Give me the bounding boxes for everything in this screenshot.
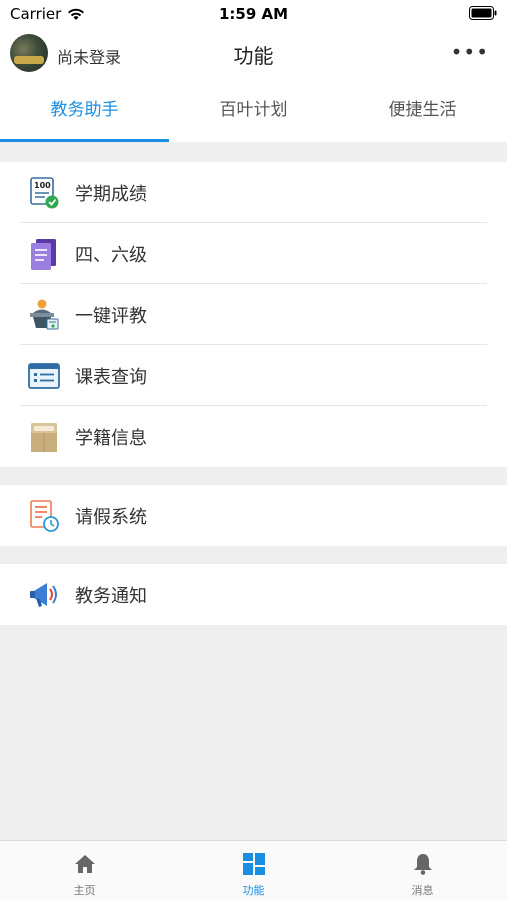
notice-group: 教务通知	[0, 564, 507, 625]
score-100-icon: 100	[30, 177, 59, 209]
document-purple-icon	[31, 239, 56, 270]
leave-group: 请假系统	[0, 485, 507, 546]
item-label: 请假系统	[75, 507, 147, 528]
top-tabs: 教务助手 百叶计划 便捷生活	[0, 80, 507, 142]
home-icon	[74, 855, 95, 873]
tab-functions-label: 功能	[242, 884, 265, 897]
more-icon[interactable]: •••	[451, 40, 489, 64]
bottom-tab-bar: 主页 功能 消息	[0, 840, 507, 900]
tab-home[interactable]: 主页	[0, 841, 169, 900]
grid-icon	[242, 853, 265, 875]
item-label: 教务通知	[75, 586, 147, 607]
item-label: 学期成绩	[75, 184, 147, 205]
list-item-academic-notice[interactable]: 教务通知	[0, 564, 507, 625]
list-item-teaching-evaluation[interactable]: 一键评教	[0, 284, 507, 345]
item-label: 一键评教	[75, 306, 147, 327]
list-item-leave-system[interactable]: 请假系统	[0, 485, 507, 546]
teacher-podium-icon	[30, 299, 59, 330]
tab-functions[interactable]: 功能	[169, 841, 338, 900]
tab-convenient-life[interactable]: 便捷生活	[338, 80, 507, 142]
tab-home-label: 主页	[73, 884, 96, 897]
schedule-list-icon	[28, 363, 60, 389]
list-item-semester-grades[interactable]: 100 学期成绩	[0, 162, 507, 223]
list-item-course-schedule[interactable]: 课表查询	[0, 345, 507, 406]
tab-baiye-plan[interactable]: 百叶计划	[169, 80, 338, 142]
bell-icon	[413, 854, 432, 875]
clock: 1:59 AM	[218, 5, 289, 23]
svg-text:100: 100	[34, 181, 51, 190]
list-item-student-status[interactable]: 学籍信息	[0, 406, 507, 467]
academic-group: 100 学期成绩 四、六级 一键评教 课表查询 学籍信息	[0, 162, 507, 467]
megaphone-icon	[30, 583, 57, 607]
battery-icon	[469, 6, 497, 20]
folder-card-icon	[31, 423, 57, 452]
nav-bar: 尚未登录 功能 •••	[0, 28, 507, 80]
list-item-cet-exam[interactable]: 四、六级	[0, 223, 507, 284]
tab-messages[interactable]: 消息	[338, 841, 507, 900]
tab-academic-assistant[interactable]: 教务助手	[0, 80, 169, 142]
tab-messages-label: 消息	[411, 884, 434, 897]
leave-clock-icon	[30, 500, 59, 532]
item-label: 课表查询	[75, 367, 147, 388]
page-title: 功能	[233, 44, 274, 68]
item-label: 四、六级	[75, 245, 147, 266]
item-label: 学籍信息	[75, 428, 147, 449]
status-bar: Carrier 1:59 AM	[0, 0, 507, 28]
